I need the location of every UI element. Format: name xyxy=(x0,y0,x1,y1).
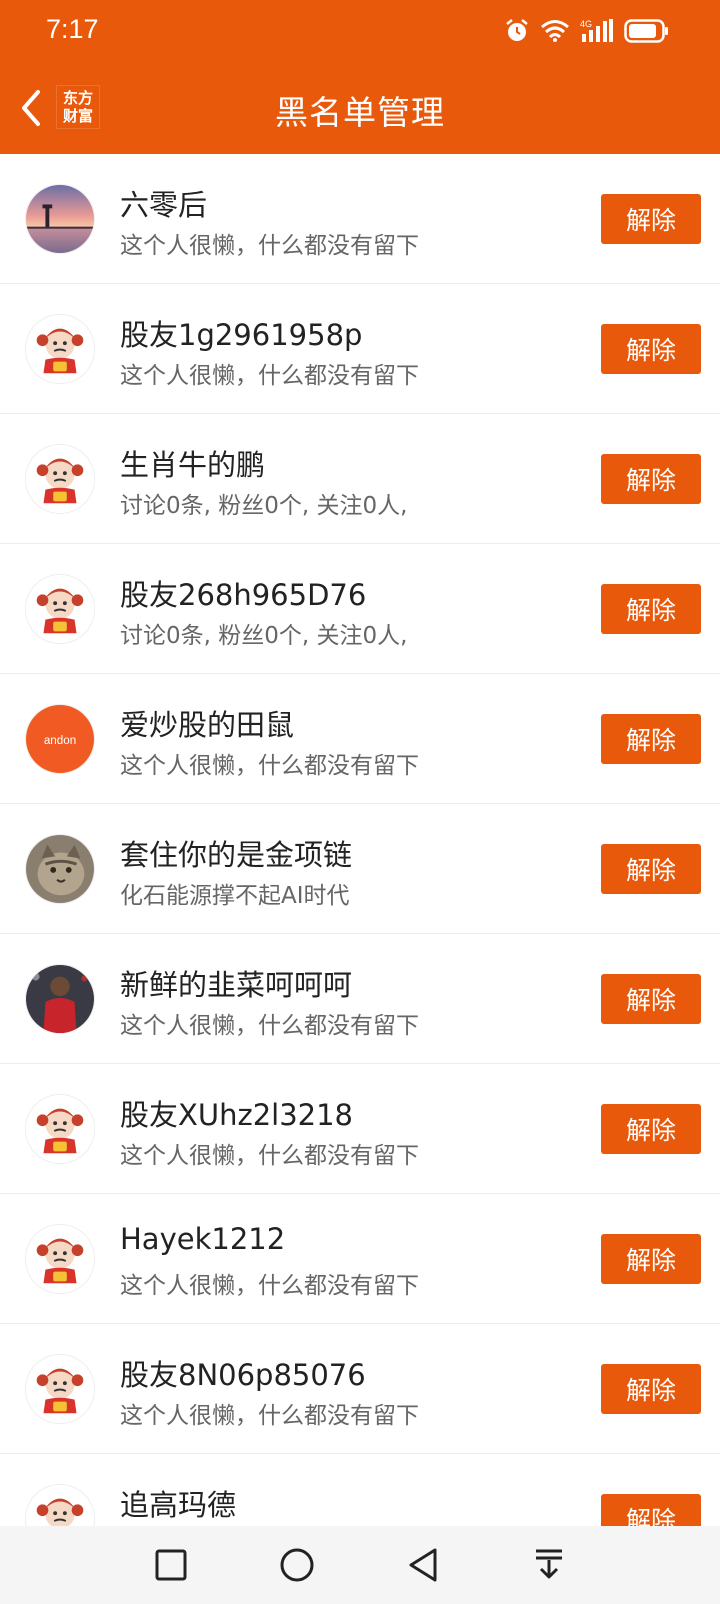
user-name: 爱炒股的田鼠 xyxy=(120,708,295,742)
user-name: 新鲜的韭菜呵呵呵 xyxy=(120,968,353,1002)
avatar[interactable] xyxy=(25,964,95,1034)
user-name: 追高玛德 xyxy=(120,1488,237,1522)
list-item[interactable]: 股友XUhz2l3218 这个人很懒，什么都没有留下 解除 xyxy=(0,1064,720,1194)
page-title: 黑名单管理 xyxy=(275,93,445,132)
list-item[interactable]: 套住你的是金项链化石能源撑不起AI时代 解除 xyxy=(0,804,720,934)
unblock-button[interactable]: 解除 xyxy=(601,324,701,374)
svg-text:andon: andon xyxy=(44,734,76,747)
user-description: 化石能源撑不起AI时代 xyxy=(120,883,350,909)
unblock-button[interactable]: 解除 xyxy=(601,584,701,634)
unblock-button[interactable]: 解除 xyxy=(601,454,701,504)
user-description: 这个人很懒，什么都没有留下 xyxy=(120,1013,419,1039)
square-icon[interactable] xyxy=(150,1544,192,1586)
wifi-icon xyxy=(540,19,570,43)
avatar[interactable] xyxy=(25,184,95,254)
unblock-button[interactable]: 解除 xyxy=(601,714,701,764)
user-description: 这个人很懒，什么都没有留下 xyxy=(120,1143,419,1169)
user-name: 股友XUhz2l3218 xyxy=(120,1098,354,1132)
user-name: 套住你的是金项链 xyxy=(120,838,353,872)
user-name: Hayek1212 xyxy=(120,1222,286,1256)
unblock-button[interactable]: 解除 xyxy=(601,1494,701,1526)
list-item[interactable]: 新鲜的韭菜呵呵呵这个人很懒，什么都没有留下 解除 xyxy=(0,934,720,1064)
list-item[interactable]: 股友1g2961958p 这个人很懒，什么都没有留下 解除 xyxy=(0,284,720,414)
avatar[interactable]: andon xyxy=(25,704,95,774)
user-description: 这个人很懒，什么都没有留下 xyxy=(120,1273,419,1299)
user-description: 讨论0条, 粉丝0个, 关注0人, xyxy=(120,623,408,649)
list-item[interactable]: Hayek1212 这个人很懒，什么都没有留下 解除 xyxy=(0,1194,720,1324)
signal-icon: 4G xyxy=(580,18,614,44)
avatar[interactable] xyxy=(25,444,95,514)
avatar[interactable] xyxy=(25,1094,95,1164)
avatar[interactable] xyxy=(25,834,95,904)
unblock-button[interactable]: 解除 xyxy=(601,1104,701,1154)
unblock-button[interactable]: 解除 xyxy=(601,194,701,244)
triangle-back-icon[interactable] xyxy=(402,1544,444,1586)
user-name: 股友1g2961958p xyxy=(120,318,363,352)
user-name: 六零后 xyxy=(120,188,208,222)
app-header: 7:17 4G 东方 财富 黑名单管理 xyxy=(0,0,720,154)
alarm-icon xyxy=(504,18,530,44)
user-description: 这个人很懒，什么都没有留下 xyxy=(120,233,419,259)
unblock-button[interactable]: 解除 xyxy=(601,974,701,1024)
avatar[interactable] xyxy=(25,1484,95,1526)
avatar[interactable] xyxy=(25,1354,95,1424)
download-icon[interactable] xyxy=(528,1544,570,1586)
list-item[interactable]: 追高玛德 解除 xyxy=(0,1454,720,1526)
unblock-button[interactable]: 解除 xyxy=(601,1364,701,1414)
user-description: 讨论0条, 粉丝0个, 关注0人, xyxy=(120,493,408,519)
user-name: 股友268h965D76 xyxy=(120,578,367,612)
user-description: 这个人很懒，什么都没有留下 xyxy=(120,753,419,779)
list-item[interactable]: 股友8N06p85076 这个人很懒，什么都没有留下 解除 xyxy=(0,1324,720,1454)
battery-icon xyxy=(624,18,670,44)
list-item[interactable]: 六零后这个人很懒，什么都没有留下 解除 xyxy=(0,154,720,284)
status-time: 7:17 xyxy=(46,14,99,44)
blacklist: 六零后 这个人很懒，什么都没有留下 解除 股友1g2961958p 这个人很懒，什么都没… xyxy=(0,154,720,1526)
network-type: 4G xyxy=(580,19,592,29)
list-item[interactable]: andon 爱炒股的田鼠这个人很懒，什么都没有留下 解除 xyxy=(0,674,720,804)
user-description: 这个人很懒，什么都没有留下 xyxy=(120,363,419,389)
system-nav-bar xyxy=(0,1526,720,1604)
list-item[interactable]: 股友268h965D76 讨论0条, 粉丝0个, 关注0人, 解除 xyxy=(0,544,720,674)
unblock-button[interactable]: 解除 xyxy=(601,844,701,894)
user-name: 股友8N06p85076 xyxy=(120,1358,366,1392)
user-description: 这个人很懒，什么都没有留下 xyxy=(120,1403,419,1429)
status-bar: 7:17 4G xyxy=(0,0,720,66)
user-name: 生肖牛的鹏 xyxy=(120,448,266,482)
unblock-button[interactable]: 解除 xyxy=(601,1234,701,1284)
list-item[interactable]: 生肖牛的鹏讨论0条, 粉丝0个, 关注0人, 解除 xyxy=(0,414,720,544)
avatar[interactable] xyxy=(25,314,95,384)
avatar[interactable] xyxy=(25,1224,95,1294)
nav-bar: 东方 财富 黑名单管理 xyxy=(0,70,720,154)
avatar[interactable] xyxy=(25,574,95,644)
status-icons: 4G xyxy=(504,18,670,44)
circle-icon[interactable] xyxy=(276,1544,318,1586)
